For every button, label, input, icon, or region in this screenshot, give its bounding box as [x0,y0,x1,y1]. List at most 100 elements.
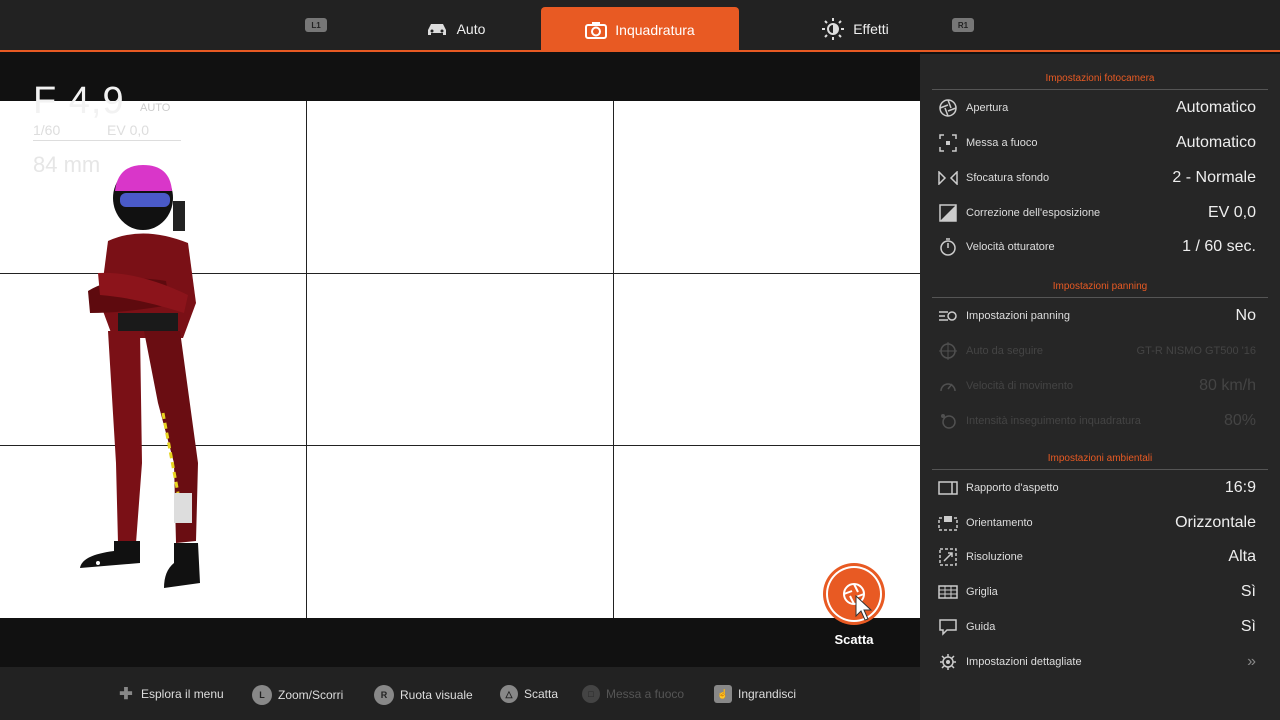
hint-label: Ingrandisci [738,687,797,701]
setting-row-velocita-otturatore[interactable]: Velocità otturatore 1 / 60 sec. [938,235,1256,259]
tab-auto[interactable]: Auto [380,8,530,50]
aspect-ratio-icon [938,478,958,498]
setting-row-risoluzione[interactable]: Risoluzione Alta [938,545,1256,569]
speedometer-icon [938,376,958,396]
setting-row-intensita-inseguimento: Intensità inseguimento inquadratura 80% [938,409,1256,433]
setting-value: GT-R NISMO GT500 '16 [1136,345,1256,357]
exposure-icon [938,203,958,223]
setting-label: Orientamento [966,517,1033,529]
shoot-label: Scatta [834,632,874,647]
brightness-icon [822,18,845,40]
setting-value: Sì [1240,583,1256,600]
aperture-readout: F 4,9 [33,80,125,122]
tracking-icon [938,411,958,431]
setting-label: Intensità inseguimento inquadratura [966,415,1141,427]
setting-label: Rapporto d'aspetto [966,482,1059,494]
left-stick-icon: L [252,685,272,705]
shutter-readout: 1/60 [33,122,61,138]
setting-value: Automatico [1175,134,1256,151]
right-stick-icon: R [374,685,394,705]
grid-line [306,101,307,618]
hint-messa-a-fuoco: □ Messa a fuoco [582,685,684,703]
setting-label: Velocità di movimento [966,380,1073,392]
setting-label: Correzione dell'esposizione [966,207,1101,219]
setting-label: Guida [966,621,996,633]
setting-row-guida[interactable]: Guida Sì [938,615,1256,639]
hint-ruota-visuale: R Ruota visuale [374,685,473,705]
setting-row-griglia[interactable]: Griglia Sì [938,580,1256,604]
cursor-icon [855,594,873,621]
setting-label: Apertura [966,102,1009,114]
stopwatch-icon [938,237,958,257]
setting-label: Impostazioni dettagliate [966,656,1082,668]
camera-icon [585,21,608,39]
setting-value: 80 km/h [1199,377,1256,394]
setting-value: 2 - Normale [1172,169,1256,186]
chevron-right-icon: » [1247,653,1256,670]
blur-icon [938,168,958,188]
tab-inquadratura[interactable]: Inquadratura [541,7,739,52]
setting-value: Automatico [1175,99,1256,116]
focal-length-readout: 84 mm [33,152,101,177]
gear-icon [938,652,958,672]
setting-value: No [1235,307,1256,324]
setting-row-sfocatura-sfondo[interactable]: Sfocatura sfondo 2 - Normale [938,166,1256,190]
grid-line [613,101,614,618]
setting-value: 80% [1223,412,1256,429]
setting-label: Griglia [966,586,998,598]
grid-icon [938,582,958,602]
hint-esplora-menu: ✚ Esplora il menu [117,685,224,703]
setting-label: Auto da seguire [966,345,1044,357]
tab-effetti[interactable]: Effetti [790,8,920,50]
shoot-button[interactable] [826,566,882,622]
tab-inquadratura-label: Inquadratura [615,21,695,38]
settings-panel: Impostazioni fotocamera Apertura Automat… [920,54,1280,720]
setting-row-impostazioni-dettagliate[interactable]: Impostazioni dettagliate » [938,650,1256,674]
triangle-button-icon: △ [500,685,518,703]
exposure-readout: 1/60 EV 0,0 [33,122,181,141]
resolution-icon [938,547,958,567]
hint-ingrandisci: ☝ Ingrandisci [714,685,796,703]
ev-readout: EV 0,0 [107,122,150,138]
setting-value: Orizzontale [1175,514,1256,531]
hint-label: Zoom/Scorri [278,688,344,702]
setting-row-messa-a-fuoco[interactable]: Messa a fuoco Automatico [938,131,1256,155]
tab-effetti-label: Effetti [853,21,889,37]
setting-value: 1 / 60 sec. [1182,238,1256,255]
square-button-icon: □ [582,685,600,703]
setting-label: Impostazioni panning [966,310,1070,322]
hint-label: Esplora il menu [141,687,224,701]
setting-row-apertura[interactable]: Apertura Automatico [938,96,1256,120]
setting-value: 16:9 [1224,479,1256,496]
tab-auto-label: Auto [456,21,486,37]
aperture-icon [938,98,958,118]
hint-scatta: △ Scatta [500,685,558,703]
hint-zoom-scorri: L Zoom/Scorri [252,685,343,705]
setting-label: Sfocatura sfondo [966,172,1050,184]
setting-row-auto-da-seguire: Auto da seguire GT-R NISMO GT500 '16 [938,339,1256,363]
section-title-ambientali: Impostazioni ambientali [932,453,1268,470]
target-icon [938,341,958,361]
setting-row-correzione-esposizione[interactable]: Correzione dell'esposizione EV 0,0 [938,201,1256,225]
setting-value: Sì [1240,618,1256,635]
controls-hint-bar: ✚ Esplora il menu L Zoom/Scorri R Ruota … [0,667,920,720]
setting-label: Risoluzione [966,551,1023,563]
racing-driver-figure [80,165,200,588]
car-icon [427,24,446,35]
speech-bubble-icon [938,617,958,637]
section-title-camera: Impostazioni fotocamera [932,73,1268,90]
touchpad-icon: ☝ [714,685,732,703]
auto-mode-label: AUTO [140,102,171,114]
setting-row-rapporto-aspetto[interactable]: Rapporto d'aspetto 16:9 [938,476,1256,500]
setting-row-orientamento[interactable]: Orientamento Orizzontale [938,511,1256,535]
camera-hud: F 4,9 AUTO 1/60 EV 0,0 84 mm [33,80,181,177]
setting-label: Messa a fuoco [966,137,1038,149]
r1-button-glyph[interactable]: R1 [952,18,974,32]
panning-icon [938,306,958,326]
hint-label: Ruota visuale [400,688,473,702]
setting-row-impostazioni-panning[interactable]: Impostazioni panning No [938,304,1256,328]
l1-button-glyph[interactable]: L1 [305,18,327,32]
section-title-panning: Impostazioni panning [932,281,1268,298]
hint-label: Scatta [524,687,559,701]
setting-value: EV 0,0 [1207,204,1256,221]
